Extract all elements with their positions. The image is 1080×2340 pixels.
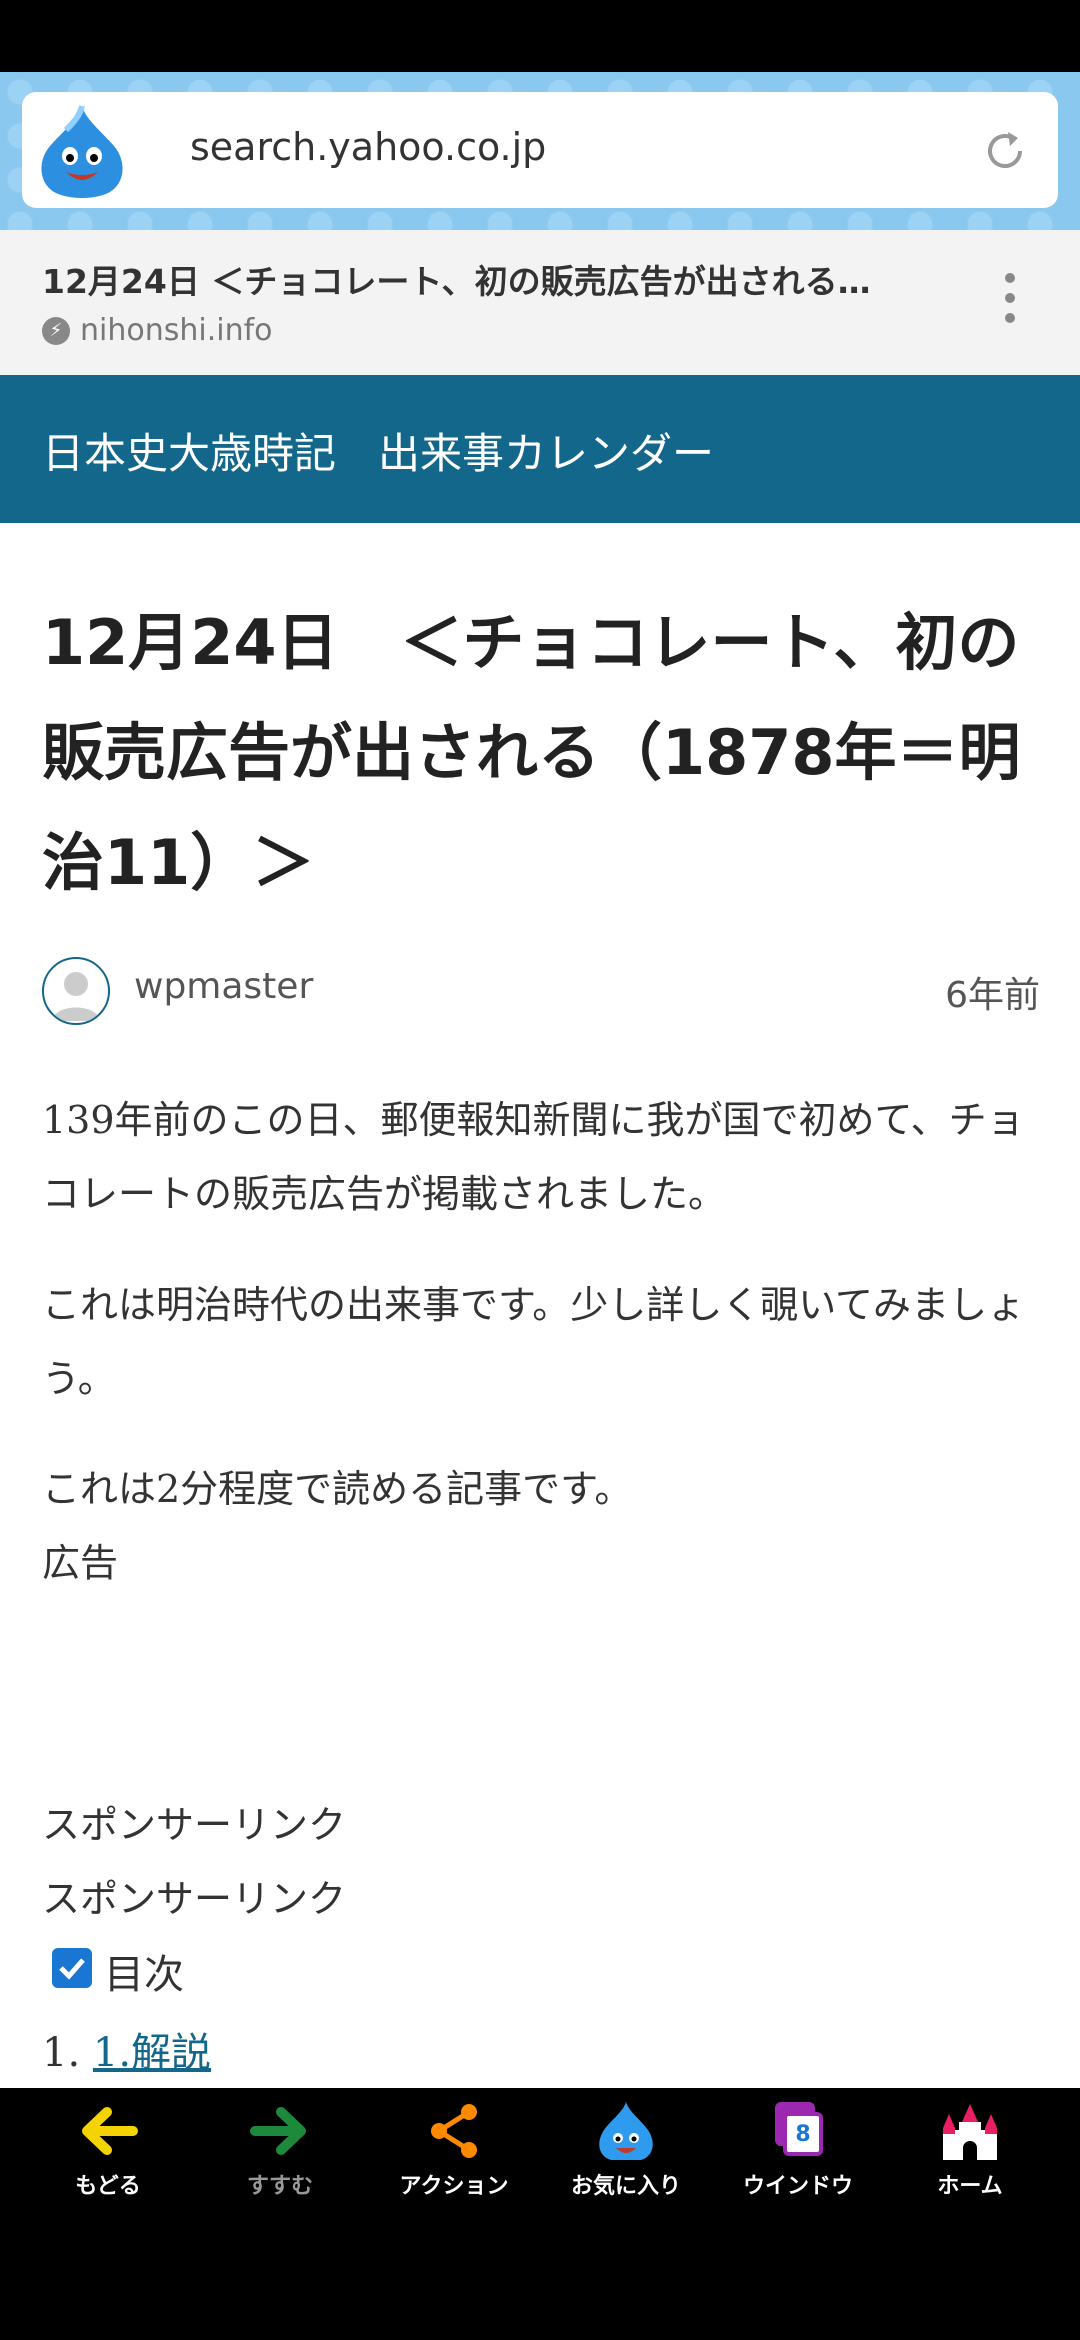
back-button[interactable]: もどる bbox=[18, 2100, 198, 2210]
more-menu-icon[interactable] bbox=[1000, 268, 1020, 328]
paragraph-1: 139年前のこの日、郵便報知新聞に我が国で初めて、チョコレートの販売広告が掲載さ… bbox=[42, 1098, 1025, 1216]
back-label: もどる bbox=[75, 2174, 141, 2199]
user-icon bbox=[52, 972, 100, 1021]
action-button[interactable]: アクション bbox=[364, 2100, 544, 2210]
share-icon bbox=[431, 2104, 477, 2158]
window-count: 8 bbox=[783, 2112, 823, 2156]
status-bar bbox=[0, 0, 1080, 72]
site-title[interactable]: 日本史大歳時記 出来事カレンダー bbox=[42, 420, 714, 481]
window-icon: 8 bbox=[763, 2100, 833, 2162]
sponsor-link-label-2: スポンサーリンク bbox=[42, 1877, 347, 1921]
amp-bolt-icon: ⚡ bbox=[42, 316, 70, 345]
avatar[interactable] bbox=[42, 957, 110, 1025]
checkmark-icon bbox=[59, 1958, 85, 1980]
window-label: ウインドウ bbox=[742, 2174, 853, 2199]
sponsor-link-label-1: スポンサーリンク bbox=[42, 1803, 347, 1847]
reading-time-text: これは2分程度で読める記事です。 bbox=[42, 1467, 633, 1511]
favorites-label: お気に入り bbox=[570, 2174, 681, 2199]
window-button[interactable]: 8 ウインドウ bbox=[708, 2100, 888, 2210]
ad-label: 広告 bbox=[42, 1541, 119, 1585]
slime-logo-icon[interactable] bbox=[32, 102, 132, 200]
favorites-button[interactable]: お気に入り bbox=[536, 2100, 716, 2210]
toc-item: 1. 1.解説 bbox=[42, 2020, 211, 2078]
home-button[interactable]: ホーム bbox=[880, 2100, 1060, 2210]
forward-label: すすむ bbox=[246, 2174, 313, 2199]
home-label: ホーム bbox=[937, 2174, 1003, 2199]
post-date: 6年前 bbox=[945, 975, 1040, 1016]
action-label: アクション bbox=[399, 2174, 509, 2199]
toc-toggle-checkbox[interactable] bbox=[52, 1948, 92, 1988]
back-arrow-icon bbox=[82, 2107, 138, 2155]
author-name[interactable]: wpmaster bbox=[134, 966, 313, 1007]
reload-icon[interactable] bbox=[980, 126, 1030, 176]
article-title: 12月24日 ＜チョコレート、初の販売広告が出される（1878年＝明治11）＞ bbox=[42, 606, 1021, 899]
forward-button[interactable]: すすむ bbox=[190, 2100, 370, 2210]
domain-text: nihonshi.info bbox=[80, 313, 273, 348]
page-title: 12月24日 ＜チョコレート、初の販売広告が出される… bbox=[42, 262, 871, 301]
url-text[interactable]: search.yahoo.co.jp bbox=[190, 125, 546, 169]
page-domain: ⚡ nihonshi.info bbox=[42, 313, 273, 348]
toc-item-link[interactable]: 1.解説 bbox=[93, 2030, 211, 2076]
paragraph-2: これは明治時代の出来事です。少し詳しく覗いてみましょう。 bbox=[42, 1283, 1026, 1401]
toc-title: 目次 bbox=[104, 1952, 184, 1998]
castle-icon bbox=[943, 2104, 997, 2160]
slime-icon bbox=[599, 2102, 653, 2160]
toc-item-number: 1. bbox=[42, 2030, 81, 2076]
forward-arrow-icon bbox=[250, 2107, 306, 2155]
